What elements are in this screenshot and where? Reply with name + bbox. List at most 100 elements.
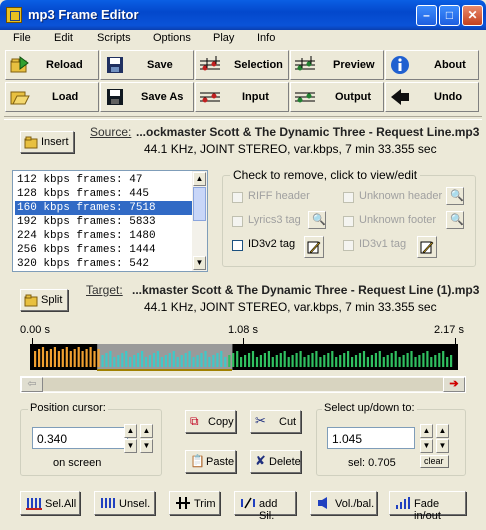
delete-button[interactable]: ✘ Delete	[250, 450, 301, 473]
folder-icon	[24, 294, 38, 307]
select-up-left[interactable]: ▲	[420, 424, 433, 438]
fade-button[interactable]: Fade in/out	[389, 491, 466, 522]
menu-info[interactable]: Info	[257, 32, 275, 44]
fade-icon	[396, 497, 410, 509]
save-as-button[interactable]: Save As	[100, 82, 194, 112]
about-button[interactable]: About	[385, 50, 479, 80]
delete-icon: ✘	[255, 453, 266, 468]
scroll-left-button[interactable]: ⇦	[21, 377, 43, 392]
volume-balance-button[interactable]: Vol./bal.	[310, 491, 377, 515]
edit-id3v1-button[interactable]	[417, 236, 437, 258]
scroll-up-button[interactable]: ▲	[193, 172, 206, 186]
reload-button[interactable]: Reload	[5, 50, 99, 80]
input-button[interactable]: Input	[195, 82, 289, 112]
unknown-footer-checkbox[interactable]	[343, 216, 354, 227]
add-silence-button[interactable]: add Sil.	[234, 491, 296, 522]
select-all-button[interactable]: Sel.All	[20, 491, 80, 515]
trim-button[interactable]: Trim	[169, 491, 220, 515]
select-down-left[interactable]: ▼	[420, 439, 433, 453]
select-input[interactable]: 1.045	[327, 427, 415, 449]
frame-bar	[275, 355, 278, 367]
toolbar-divider	[4, 116, 482, 120]
id3v2-checkbox[interactable]	[232, 240, 243, 251]
undo-button[interactable]: Undo	[385, 82, 479, 112]
selection-length: sel: 0.705	[348, 457, 396, 469]
menu-play[interactable]: Play	[213, 32, 234, 44]
input-icon	[200, 92, 220, 103]
frame-bar	[77, 347, 80, 367]
position-input[interactable]: 0.340	[32, 427, 128, 449]
target-info: 44.1 KHz, JOINT STEREO, var.kbps, 7 min …	[144, 300, 437, 314]
frame-bar	[319, 357, 322, 367]
scroll-thumb[interactable]	[193, 187, 206, 221]
frame-bar	[152, 353, 156, 367]
frame-bar	[228, 355, 231, 367]
paste-button[interactable]: 📋 Paste	[185, 450, 236, 473]
frame-list-item[interactable]: 112 kbps frames: 47	[15, 173, 195, 187]
about-label: About	[434, 59, 466, 71]
edit-id3v2-button[interactable]	[304, 236, 324, 258]
frame-list-item[interactable]: 224 kbps frames: 1480	[15, 229, 195, 243]
position-down-right[interactable]: ▼	[140, 439, 153, 453]
frame-list-scrollbar[interactable]: ▲ ▼	[192, 171, 207, 271]
timeline-scroll-thumb[interactable]	[43, 378, 443, 391]
unknown-header-checkbox[interactable]	[343, 192, 354, 203]
position-up-left[interactable]: ▲	[124, 424, 137, 438]
bars-icon	[101, 498, 115, 508]
select-down-right[interactable]: ▼	[436, 439, 449, 453]
position-up-right[interactable]: ▲	[140, 424, 153, 438]
close-button[interactable]: ✕	[462, 5, 483, 26]
output-button[interactable]: Output	[290, 82, 384, 112]
frame-bar	[117, 355, 120, 367]
frame-timeline[interactable]	[30, 344, 458, 370]
frame-bar	[184, 353, 187, 367]
save-button[interactable]: Save	[100, 50, 194, 80]
frame-list-item[interactable]: 256 kbps frames: 1444	[15, 243, 195, 257]
menu-edit[interactable]: Edit	[54, 32, 73, 44]
frame-list[interactable]: 112 kbps frames: 47 128 kbps frames: 445 1…	[12, 170, 208, 272]
source-file: ...ockmaster Scott & The Dynamic Three -…	[136, 125, 480, 139]
time-mid-label: 1.08 s	[228, 324, 258, 336]
minimize-button[interactable]: –	[416, 5, 437, 26]
menu-file[interactable]: File	[13, 32, 31, 44]
frame-bar	[41, 347, 45, 367]
frame-bar	[398, 357, 401, 367]
frame-bar	[180, 355, 183, 367]
frame-list-item[interactable]: 320 kbps frames: 542	[15, 257, 195, 271]
frame-bar	[303, 357, 306, 367]
select-up-right[interactable]: ▲	[436, 424, 449, 438]
app-icon[interactable]	[6, 7, 22, 23]
clear-button[interactable]: clear	[420, 455, 449, 468]
view-unknown-footer-button[interactable]: 🔍	[446, 211, 464, 229]
frame-bar	[426, 351, 429, 367]
id3v1-checkbox[interactable]	[343, 240, 354, 251]
position-down-left[interactable]: ▼	[124, 439, 137, 453]
position-title: Position cursor:	[28, 402, 108, 414]
copy-button[interactable]: ⧉ Copy	[185, 410, 236, 433]
load-button[interactable]: Load	[5, 82, 99, 112]
menu-options[interactable]: Options	[153, 32, 191, 44]
unselect-button[interactable]: Unsel.	[94, 491, 155, 515]
frame-list-item[interactable]: 192 kbps frames: 5833	[15, 215, 195, 229]
selection-button[interactable]: Selection	[195, 50, 289, 80]
insert-button[interactable]: Insert	[20, 131, 74, 153]
frame-bar	[331, 351, 334, 367]
frame-bar	[248, 353, 251, 367]
frame-list-item[interactable]: 128 kbps frames: 445	[15, 187, 195, 201]
lyrics3-checkbox[interactable]	[232, 216, 243, 227]
cut-button[interactable]: ✂ Cut	[250, 410, 301, 433]
scroll-down-button[interactable]: ▼	[193, 256, 206, 270]
bars-icon	[26, 498, 42, 510]
frame-list-item[interactable]: 160 kbps frames: 7518	[15, 201, 195, 215]
frame-bar	[259, 355, 262, 367]
scroll-right-button[interactable]: ➔	[443, 377, 465, 392]
preview-button[interactable]: Preview	[290, 50, 384, 80]
maximize-button[interactable]: □	[439, 5, 460, 26]
menu-scripts[interactable]: Scripts	[97, 32, 131, 44]
riff-checkbox[interactable]	[232, 192, 243, 203]
split-button[interactable]: Split	[20, 289, 68, 311]
position-note: on screen	[53, 457, 102, 469]
view-unknown-header-button[interactable]: 🔍	[446, 187, 464, 205]
menu-bar	[4, 30, 482, 48]
view-lyrics3-button[interactable]: 🔍	[308, 211, 326, 229]
